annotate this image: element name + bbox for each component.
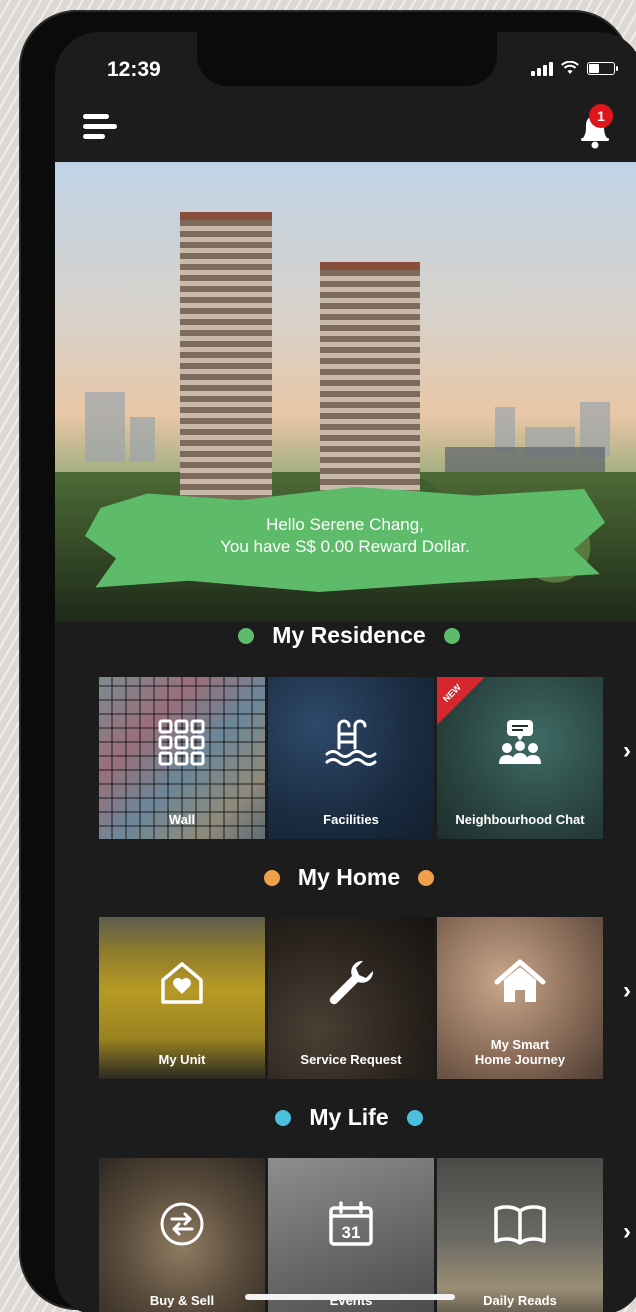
tile-label: My Smart Home Journey — [437, 1037, 603, 1067]
calendar-icon: 31 — [329, 1201, 373, 1246]
pool-ladder-icon — [325, 719, 377, 766]
book-icon — [494, 1205, 546, 1245]
tile-label: Buy & Sell — [149, 1293, 215, 1308]
section-dot — [418, 869, 435, 886]
section-dot — [275, 1109, 292, 1126]
app-screen: 12:39 1 Hello Serene Chang, You have S$ … — [55, 32, 636, 1312]
swap-icon — [160, 1202, 204, 1246]
tile-label: Facilities — [323, 812, 379, 827]
wrench-icon — [329, 960, 374, 1005]
tile-label: Service Request — [300, 1052, 402, 1067]
notch — [197, 32, 497, 86]
section-title: My Residence — [272, 622, 426, 648]
section-title: My Home — [297, 864, 401, 890]
section-dot — [443, 627, 460, 644]
tile-buy-sell[interactable]: Buy & Sell — [99, 1158, 265, 1312]
grid-icon — [158, 719, 205, 766]
notification-badge: 1 — [589, 104, 613, 128]
chat-people-icon — [499, 720, 541, 764]
greeting-name: Hello Serene Chang, — [266, 515, 424, 534]
tile-label: Neighbourhood Chat — [455, 812, 585, 827]
section-my-life-header: My Life — [55, 1104, 636, 1131]
tile-wall[interactable]: Wall — [99, 677, 265, 839]
tower-left — [180, 212, 272, 512]
chevron-right-icon[interactable]: › — [623, 1218, 631, 1246]
tile-service-request[interactable]: Service Request — [268, 917, 434, 1079]
tile-label-line1: My Smart — [490, 1037, 550, 1052]
my-life-row: Buy & Sell 31 Events Daily Reads › — [99, 1158, 636, 1312]
tile-label: My Unit — [158, 1052, 206, 1067]
notification-bell-icon[interactable]: 1 — [577, 104, 617, 150]
section-my-residence-header: My Residence — [55, 622, 636, 649]
wifi-icon — [561, 61, 579, 74]
chevron-right-icon[interactable]: › — [623, 737, 631, 765]
house-heart-icon — [161, 962, 203, 1004]
tile-neighbourhood-chat[interactable]: NEW Neighbourhood Chat — [437, 677, 603, 839]
section-my-home-header: My Home — [55, 864, 636, 891]
battery-icon — [587, 61, 618, 75]
hero-banner: Hello Serene Chang, You have S$ 0.00 Rew… — [55, 162, 636, 622]
my-residence-row: Wall Facilities NEW Neighbourhood Chat › — [99, 677, 636, 839]
phone-frame: 12:39 1 Hello Serene Chang, You have S$ … — [19, 10, 636, 1312]
tile-facilities[interactable]: Facilities — [268, 677, 434, 839]
tower-right — [320, 262, 420, 512]
house-icon — [494, 959, 546, 1002]
section-dot — [238, 627, 255, 644]
tile-label: Daily Reads — [483, 1293, 557, 1308]
section-dot — [263, 869, 280, 886]
my-home-row: My Unit Service Request My Smart Home Jo… — [99, 917, 636, 1079]
signal-icon — [531, 60, 553, 76]
menu-icon[interactable] — [83, 114, 117, 142]
greeting-banner: Hello Serene Chang, You have S$ 0.00 Rew… — [85, 486, 605, 592]
status-icons — [531, 60, 618, 76]
reward-dollar-text: You have S$ 0.00 Reward Dollar. — [220, 537, 470, 556]
tile-events[interactable]: 31 Events — [268, 1158, 434, 1312]
home-indicator[interactable] — [245, 1294, 455, 1300]
status-time: 12:39 — [107, 58, 161, 81]
calendar-day: 31 — [342, 1223, 361, 1242]
tile-daily-reads[interactable]: Daily Reads — [437, 1158, 603, 1312]
tile-my-unit[interactable]: My Unit — [99, 917, 265, 1079]
tile-smart-home-journey[interactable]: My Smart Home Journey — [437, 917, 603, 1079]
section-dot — [406, 1109, 423, 1126]
tile-label-line2: Home Journey — [474, 1052, 566, 1067]
section-title: My Life — [309, 1104, 389, 1130]
chevron-right-icon[interactable]: › — [623, 977, 631, 1005]
tile-label: Wall — [168, 812, 196, 827]
